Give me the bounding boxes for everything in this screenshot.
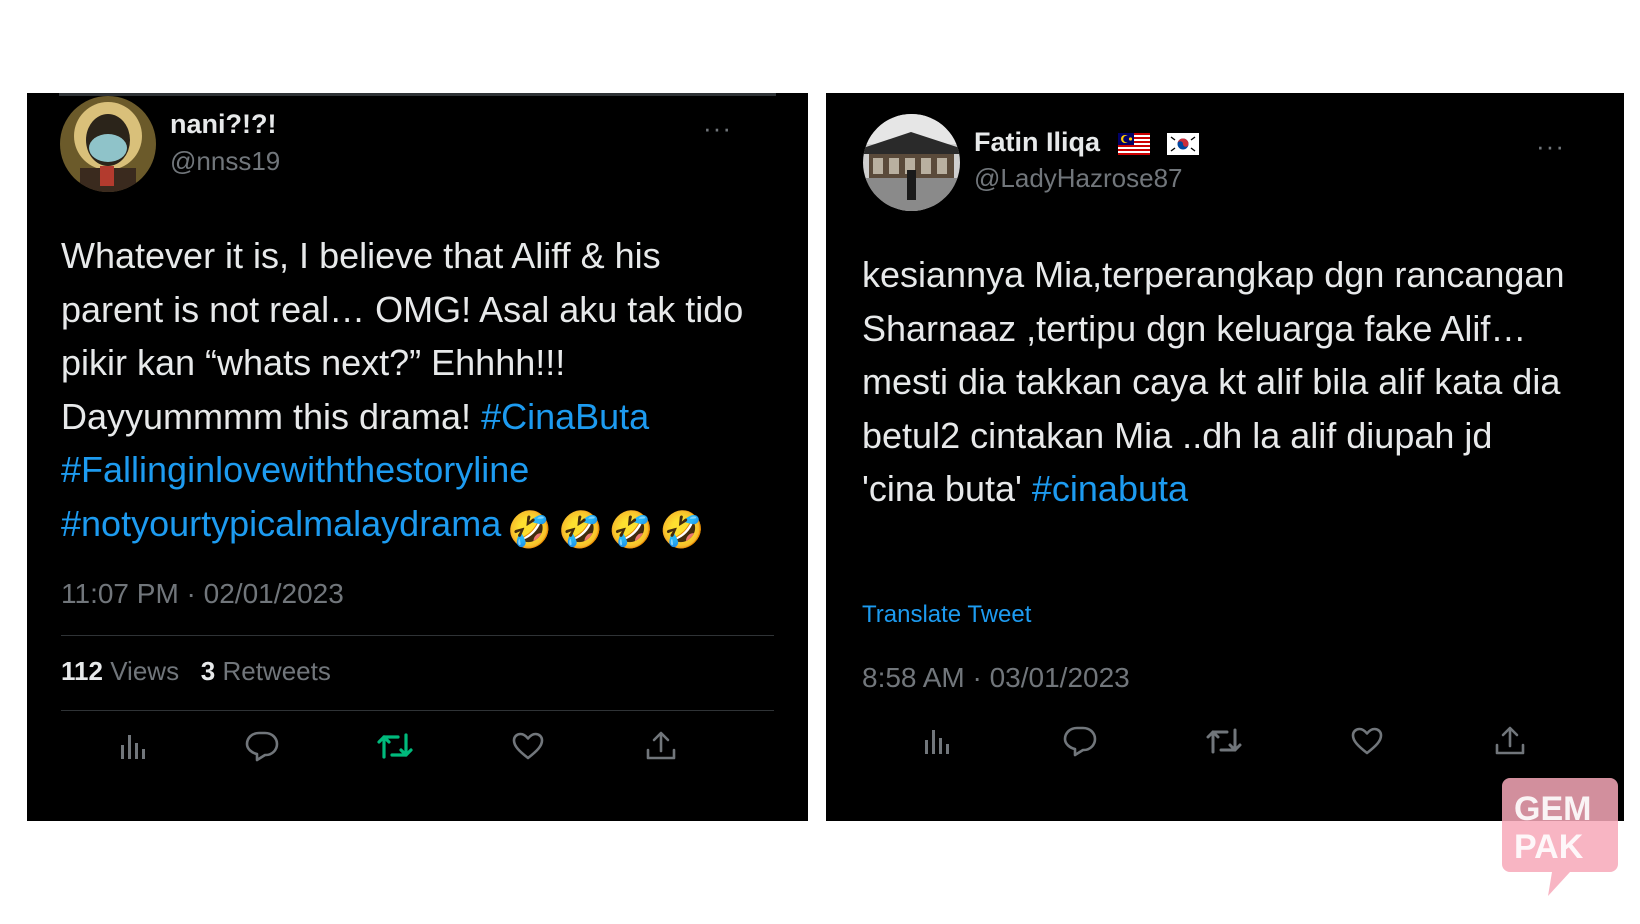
- display-name[interactable]: Fatin Iliqa: [974, 127, 1200, 158]
- retweets-stat[interactable]: 3 Retweets: [201, 656, 331, 686]
- views-stat[interactable]: 112 Views: [61, 656, 179, 686]
- like-button[interactable]: [1345, 719, 1389, 763]
- share-icon: [646, 731, 676, 760]
- retweet-button[interactable]: [373, 724, 417, 768]
- user-handle[interactable]: @nnss19: [170, 146, 280, 177]
- retweet-icon: [377, 733, 413, 759]
- rofl-emoji: 🤣: [608, 508, 654, 550]
- more-options-icon[interactable]: ···: [1536, 133, 1565, 159]
- reply-button[interactable]: [1058, 719, 1102, 763]
- hashtag-link[interactable]: #notyourtypicalmalaydrama: [61, 503, 501, 544]
- analytics-button[interactable]: [111, 724, 155, 768]
- engagement-stats: 112 Views 3 Retweets: [61, 656, 331, 687]
- analytics-icon: [925, 730, 949, 754]
- share-button[interactable]: [639, 724, 683, 768]
- reply-button[interactable]: [240, 724, 284, 768]
- analytics-button[interactable]: [915, 719, 959, 763]
- watermark-text-line2: PAK: [1514, 828, 1584, 866]
- hashtag-link[interactable]: #cinabuta: [1032, 468, 1188, 509]
- tweet-timestamp[interactable]: 11:07 PM · 02/01/2023: [61, 578, 344, 610]
- divider: [61, 635, 774, 636]
- reply-icon: [1063, 726, 1097, 757]
- reply-icon: [245, 731, 279, 762]
- retweets-count: 3: [200, 656, 216, 686]
- rofl-emoji: 🤣: [507, 508, 553, 550]
- retweet-icon: [1206, 728, 1242, 754]
- heart-icon: [1351, 727, 1383, 755]
- heart-icon: [512, 732, 544, 760]
- avatar[interactable]: [60, 96, 156, 192]
- more-options-icon[interactable]: ···: [703, 115, 732, 141]
- tweet-text-body: kesiannya Mia,terperangkap dgn rancangan…: [862, 254, 1565, 509]
- malaysia-flag-icon: [1117, 132, 1150, 155]
- tweet-card-nani[interactable]: nani?!?! @nnss19 ··· Whatever it is, I b…: [27, 93, 808, 821]
- divider: [61, 710, 774, 711]
- hashtag-link[interactable]: #CinaButa: [481, 396, 649, 437]
- avatar[interactable]: [863, 114, 960, 211]
- retweets-label: Retweets: [222, 656, 331, 686]
- tweet-timestamp[interactable]: 8:58 AM · 03/01/2023: [862, 662, 1130, 694]
- display-name[interactable]: nani?!?!: [170, 109, 276, 140]
- translate-tweet-link[interactable]: Translate Tweet: [862, 601, 1031, 629]
- tweet-card-fatin[interactable]: Fatin Iliqa @LadyHazrose87 ··· kesiannya…: [826, 93, 1624, 821]
- like-button[interactable]: [506, 724, 550, 768]
- gempak-watermark-logo: GEM PAK: [1500, 770, 1620, 900]
- views-label: Views: [110, 656, 180, 686]
- user-handle[interactable]: @LadyHazrose87: [974, 163, 1183, 194]
- views-count: 112: [61, 656, 103, 686]
- rofl-emoji: 🤣: [558, 508, 603, 550]
- emoji-group: 🤣 🤣 🤣 🤣: [507, 503, 710, 557]
- hashtag-link[interactable]: #Fallinginlovewiththestoryline: [61, 449, 529, 490]
- share-icon: [1495, 726, 1525, 755]
- tweet-text: Whatever it is, I believe that Aliff & h…: [61, 229, 751, 556]
- rofl-emoji: 🤣: [659, 508, 705, 550]
- share-button[interactable]: [1488, 719, 1532, 763]
- analytics-icon: [121, 735, 145, 759]
- retweet-button[interactable]: [1202, 719, 1246, 763]
- watermark-text-line1: GEM: [1514, 790, 1591, 828]
- tweet-text: kesiannya Mia,terperangkap dgn rancangan…: [862, 248, 1574, 516]
- display-name-text: Fatin Iliqa: [974, 127, 1101, 157]
- south-korea-flag-icon: [1167, 132, 1200, 155]
